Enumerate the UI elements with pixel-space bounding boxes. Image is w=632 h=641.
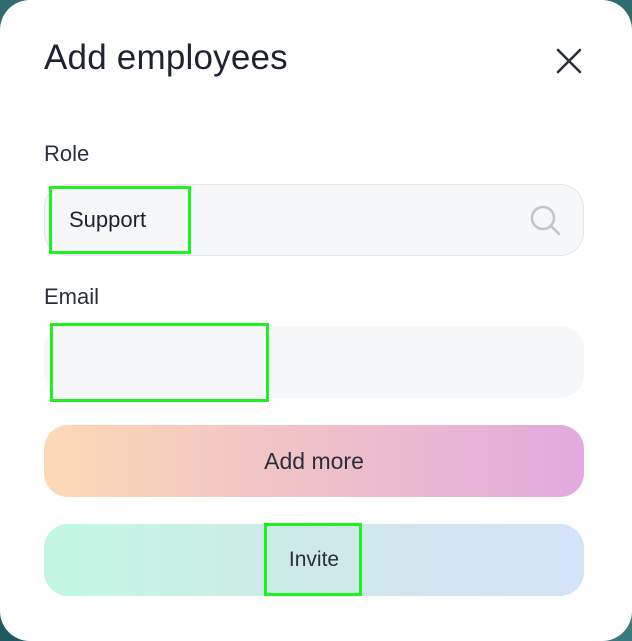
email-field[interactable] xyxy=(44,326,584,398)
add-employees-dialog: Add employees Role Email Add more Invite xyxy=(0,0,632,641)
search-icon[interactable] xyxy=(529,204,563,238)
dialog-title: Add employees xyxy=(44,38,288,77)
role-field[interactable] xyxy=(44,184,584,256)
email-label: Email xyxy=(44,284,100,309)
add-more-button[interactable]: Add more xyxy=(44,425,584,497)
close-icon xyxy=(556,48,582,74)
close-button[interactable] xyxy=(550,42,588,80)
email-input[interactable] xyxy=(68,326,508,398)
role-label: Role xyxy=(44,141,90,166)
invite-button[interactable]: Invite xyxy=(44,524,584,596)
role-input[interactable] xyxy=(69,185,509,255)
